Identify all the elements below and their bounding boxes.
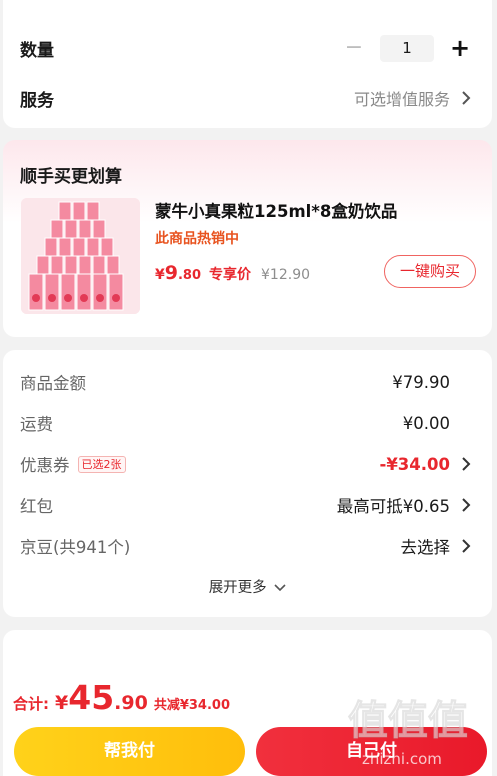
goods-amount-row: 商品金额 ¥79.90 <box>20 369 472 395</box>
price-currency: ¥ <box>155 267 165 283</box>
chevron-right-icon <box>462 539 471 553</box>
total-integer: 45 <box>68 678 115 717</box>
pay-for-me-button[interactable]: 帮我付 <box>14 727 245 776</box>
coupon-row[interactable]: 优惠券 已选2张 -¥34.00 <box>20 451 472 477</box>
jingdou-value: 去选择 <box>400 538 451 557</box>
jingdou-value-group[interactable]: 去选择 <box>401 534 473 558</box>
service-row[interactable]: 服务 可选增值服务 <box>20 84 472 112</box>
increase-quantity-button[interactable]: + <box>448 36 472 60</box>
quantity-label: 数量 <box>20 40 54 61</box>
red-packet-value-group[interactable]: 最高可抵¥0.65 <box>337 493 472 517</box>
service-label: 服务 <box>20 90 54 111</box>
chevron-right-icon <box>462 498 471 512</box>
total-discount: 共减¥34.00 <box>153 698 231 713</box>
product-name[interactable]: 蒙牛小真果粒125ml*8盒奶饮品 <box>155 198 397 222</box>
coupon-value-group[interactable]: -¥34.00 <box>379 455 472 474</box>
bundle-title: 顺手买更划算 <box>20 167 122 187</box>
original-price: ¥12.90 <box>261 267 311 283</box>
bundle-offer-card: 顺手买更划算 蒙牛小真果粒125ml*8盒奶饮品 此商品热销中 ¥ 9 .80 … <box>3 140 492 337</box>
jingdou-label: 京豆(共941个) <box>20 538 131 557</box>
total-amount: 合计: ¥ 45 .90 共减¥34.00 <box>13 678 230 717</box>
shipping-label: 运费 <box>20 415 53 434</box>
coupon-label-group: 优惠券 已选2张 <box>20 452 126 476</box>
expand-more-label: 展开更多 <box>208 580 267 596</box>
service-value-text: 可选增值服务 <box>353 90 450 109</box>
product-image[interactable] <box>21 198 140 314</box>
quantity-stepper[interactable]: − 1 + <box>342 34 472 62</box>
total-decimal: .90 <box>114 692 148 714</box>
chevron-right-icon <box>462 457 471 471</box>
price-decimal: .80 <box>177 268 202 283</box>
quantity-input[interactable]: 1 <box>380 34 434 62</box>
decrease-quantity-button[interactable]: − <box>342 37 366 59</box>
jingdou-row[interactable]: 京豆(共941个) 去选择 <box>20 533 472 559</box>
goods-amount-value: ¥79.90 <box>392 372 450 392</box>
total-currency: ¥ <box>55 692 69 714</box>
service-selector[interactable]: 可选增值服务 <box>354 86 472 110</box>
exclusive-price-label: 专享价 <box>209 267 252 283</box>
expand-more-button[interactable]: 展开更多 <box>3 576 492 597</box>
shipping-row: 运费 ¥0.00 <box>20 410 472 436</box>
quantity-service-card: 数量 − 1 + 服务 可选增值服务 <box>3 0 492 128</box>
red-packet-row[interactable]: 红包 最高可抵¥0.65 <box>20 492 472 518</box>
chevron-right-icon <box>462 91 471 105</box>
shipping-value: ¥0.00 <box>402 413 450 433</box>
self-pay-button[interactable]: 自己付 <box>256 727 487 776</box>
one-click-buy-button[interactable]: 一键购买 <box>384 255 476 288</box>
coupon-label: 优惠券 <box>20 456 70 475</box>
bundle-price: ¥ 9 .80 专享价 ¥12.90 <box>155 262 310 284</box>
red-packet-label: 红包 <box>20 497 53 516</box>
juice-boxes-icon <box>21 198 140 314</box>
fee-summary-card: 商品金额 ¥79.90 运费 ¥0.00 优惠券 已选2张 -¥34.00 红包… <box>3 350 492 617</box>
coupon-value: -¥34.00 <box>379 454 450 474</box>
goods-amount-label: 商品金额 <box>20 374 86 393</box>
price-integer: 9 <box>164 262 178 284</box>
coupon-selected-badge: 已选2张 <box>77 455 126 473</box>
red-packet-value: 最高可抵¥0.65 <box>336 497 450 516</box>
hot-selling-tag: 此商品热销中 <box>155 231 239 247</box>
total-label: 合计: <box>13 695 49 713</box>
quantity-row: 数量 − 1 + <box>20 34 472 62</box>
chevron-down-icon <box>274 584 286 592</box>
checkout-footer: 合计: ¥ 45 .90 共减¥34.00 帮我付 自己付 <box>3 630 492 776</box>
